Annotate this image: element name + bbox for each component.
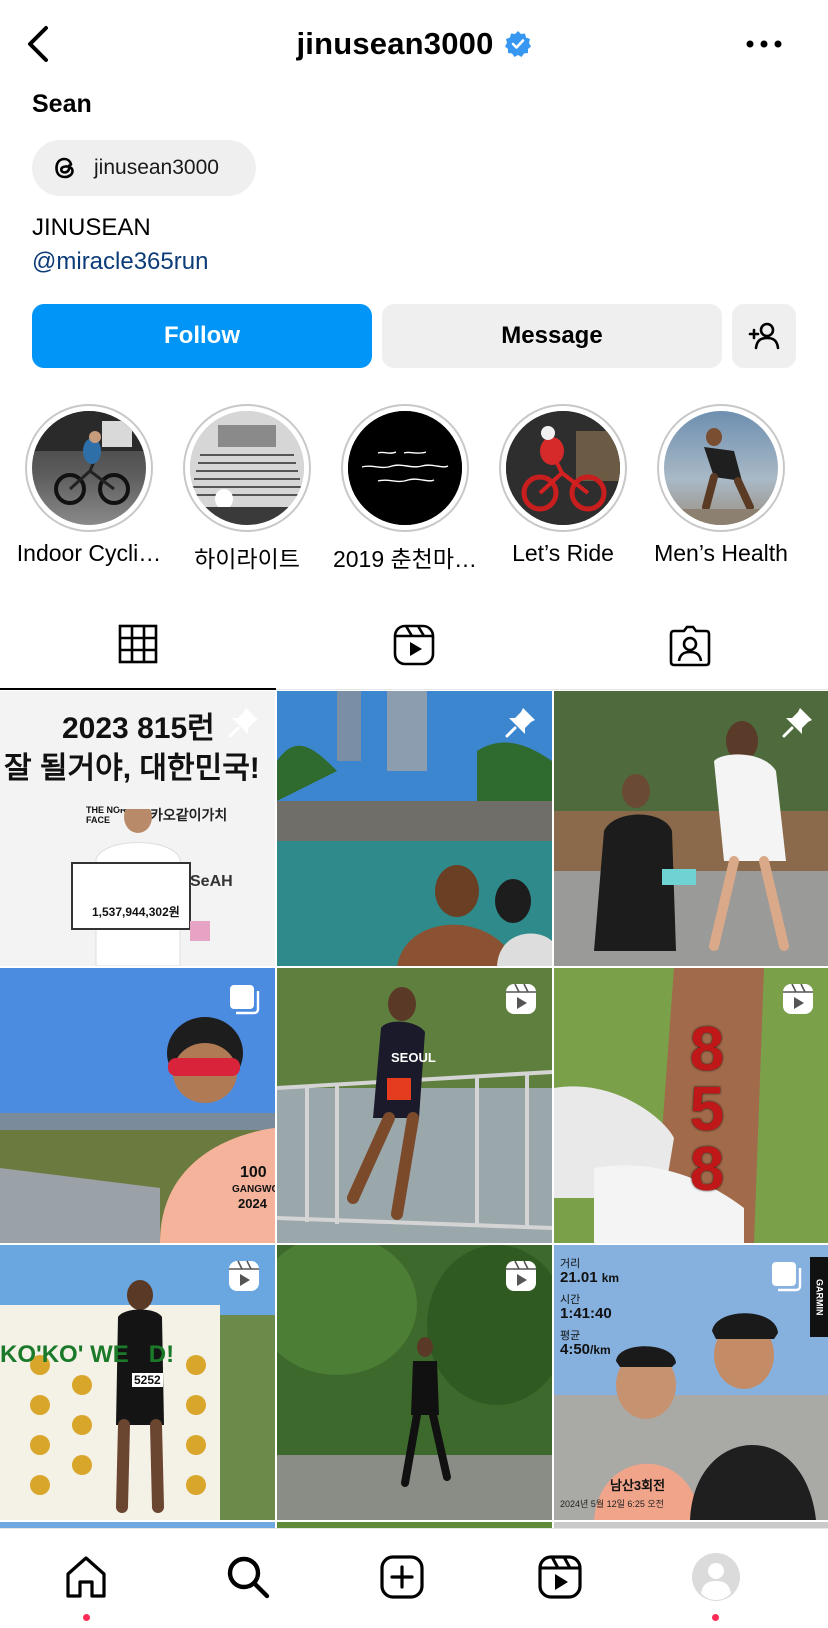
highlight-thumbnail — [190, 411, 304, 525]
highlight-highlights[interactable]: 하이라이트 — [172, 404, 322, 574]
add-person-icon — [748, 322, 780, 350]
nav-reels[interactable] — [532, 1549, 588, 1605]
home-notification-dot — [83, 1614, 90, 1621]
reel-icon — [506, 983, 536, 1014]
tab-posts-grid[interactable] — [0, 600, 276, 690]
workout-pace: 4:50/km — [560, 1341, 611, 1358]
leg-number: 858 — [689, 1015, 725, 1204]
pace-unit: /km — [590, 1343, 611, 1357]
post-thumbnail[interactable]: 858 — [554, 968, 828, 1243]
bio-text: JINUSEAN — [32, 214, 151, 241]
threads-icon — [55, 157, 74, 179]
highlight-label: 2019 춘천마… — [332, 546, 478, 572]
tab-tagged[interactable] — [552, 600, 828, 690]
tab-reels[interactable] — [276, 600, 552, 690]
garmin-logo: GARMIN — [810, 1257, 828, 1337]
top-bar: jinusean3000 — [0, 0, 828, 88]
donation-amount: 1,537,944,302원 — [92, 905, 180, 919]
handwriting-image — [348, 411, 462, 525]
follow-button[interactable]: Follow — [32, 304, 372, 368]
tagged-person-icon — [669, 625, 711, 667]
post-thumbnail[interactable]: KO'KO' WE D! 5252 — [0, 1245, 275, 1520]
race-bib-text: 5252 — [132, 1373, 163, 1387]
reel-icon — [229, 1260, 259, 1291]
message-button[interactable]: Message — [382, 304, 722, 368]
activity-date: 2024년 5월 12일 6:25 오전 — [560, 1499, 664, 1509]
threads-link-button[interactable]: jinusean3000 — [32, 140, 256, 196]
highlight-thumbnail — [506, 411, 620, 525]
nav-profile[interactable] — [688, 1549, 744, 1605]
highlight-label: Let’s Ride — [512, 540, 614, 566]
event-banner-text: KO'KO' WE D! — [0, 1341, 175, 1368]
nav-home[interactable] — [58, 1549, 114, 1605]
story-highlights: Indoor Cycli… 하이라이트 2019 춘천마… Let’s Ride… — [0, 404, 828, 574]
grid-icon — [118, 624, 158, 664]
workout-time: 1:41:40 — [560, 1305, 612, 1322]
post-thumbnail[interactable]: SEOUL — [277, 968, 552, 1243]
post-thumbnail[interactable]: 거리 21.01 km 시간 1:41:40 평균 4:50/km 남산3회전 … — [554, 1245, 828, 1520]
profile-avatar-icon — [692, 1553, 740, 1601]
shirt-print: GANGWON — [232, 1184, 275, 1195]
stairs-image — [190, 411, 304, 525]
profile-notification-dot — [712, 1614, 719, 1621]
workout-distance: 21.01 km — [560, 1269, 619, 1286]
highlight-indoor-cycling[interactable]: Indoor Cycli… — [14, 404, 164, 567]
distance-value: 21.01 — [560, 1269, 598, 1286]
pinned-icon — [782, 708, 812, 738]
post-thumbnail[interactable]: 100 GANGWON 2024 — [0, 968, 275, 1243]
carousel-icon — [772, 1262, 802, 1292]
suggest-people-button[interactable] — [732, 304, 796, 368]
highlight-2019-chuncheon[interactable]: 2019 춘천마… — [330, 404, 480, 574]
reels-icon — [538, 1555, 582, 1599]
post-thumbnail[interactable] — [277, 1245, 552, 1520]
pinned-icon — [505, 708, 535, 738]
create-post-icon — [380, 1555, 424, 1599]
race-bib-text: SEOUL — [391, 1050, 436, 1065]
reels-icon — [393, 624, 435, 666]
post-thumbnail[interactable] — [554, 691, 828, 966]
bottom-navigation — [0, 1528, 828, 1628]
more-options-icon[interactable] — [744, 34, 784, 54]
post-thumbnail[interactable] — [277, 691, 552, 966]
highlight-lets-ride[interactable]: Let’s Ride — [488, 404, 638, 567]
threads-handle: jinusean3000 — [94, 156, 219, 179]
search-icon — [227, 1556, 270, 1599]
carousel-icon — [230, 985, 260, 1015]
red-bike-image — [506, 411, 620, 525]
nav-search[interactable] — [220, 1549, 276, 1605]
highlight-thumbnail — [664, 411, 778, 525]
highlight-mens-health[interactable]: Men’s Health — [646, 404, 796, 567]
highlight-label: Men’s Health — [654, 540, 788, 566]
shirt-print: 100 — [240, 1164, 267, 1181]
highlight-label: Indoor Cycli… — [16, 540, 162, 566]
highlight-thumbnail — [348, 411, 462, 525]
profile-name: Sean — [32, 90, 92, 118]
verified-badge-icon — [504, 31, 531, 57]
route-caption: 남산3회전 — [610, 1478, 666, 1493]
page-title: jinusean3000 — [296, 26, 494, 61]
reel-icon — [783, 983, 813, 1014]
pace-value: 4:50 — [560, 1341, 591, 1358]
shirt-print: 2024 — [238, 1196, 267, 1211]
highlight-thumbnail — [32, 411, 146, 525]
runner-crouch-image — [664, 428, 778, 525]
cyclist-image — [32, 411, 146, 505]
profile-tabs — [0, 600, 828, 690]
post-thumbnail[interactable]: 2023 815런 잘 될거야, 대한민국! THE NORTH FACE 카오… — [0, 691, 275, 966]
title-group: jinusean3000 — [0, 24, 828, 64]
pinned-icon — [228, 708, 258, 738]
reel-icon — [506, 1260, 536, 1291]
nav-create[interactable] — [374, 1549, 430, 1605]
home-icon — [66, 1556, 106, 1598]
distance-unit: km — [601, 1271, 620, 1285]
bio-link[interactable]: @miracle365run — [32, 248, 208, 276]
highlight-label: 하이라이트 — [194, 546, 300, 572]
